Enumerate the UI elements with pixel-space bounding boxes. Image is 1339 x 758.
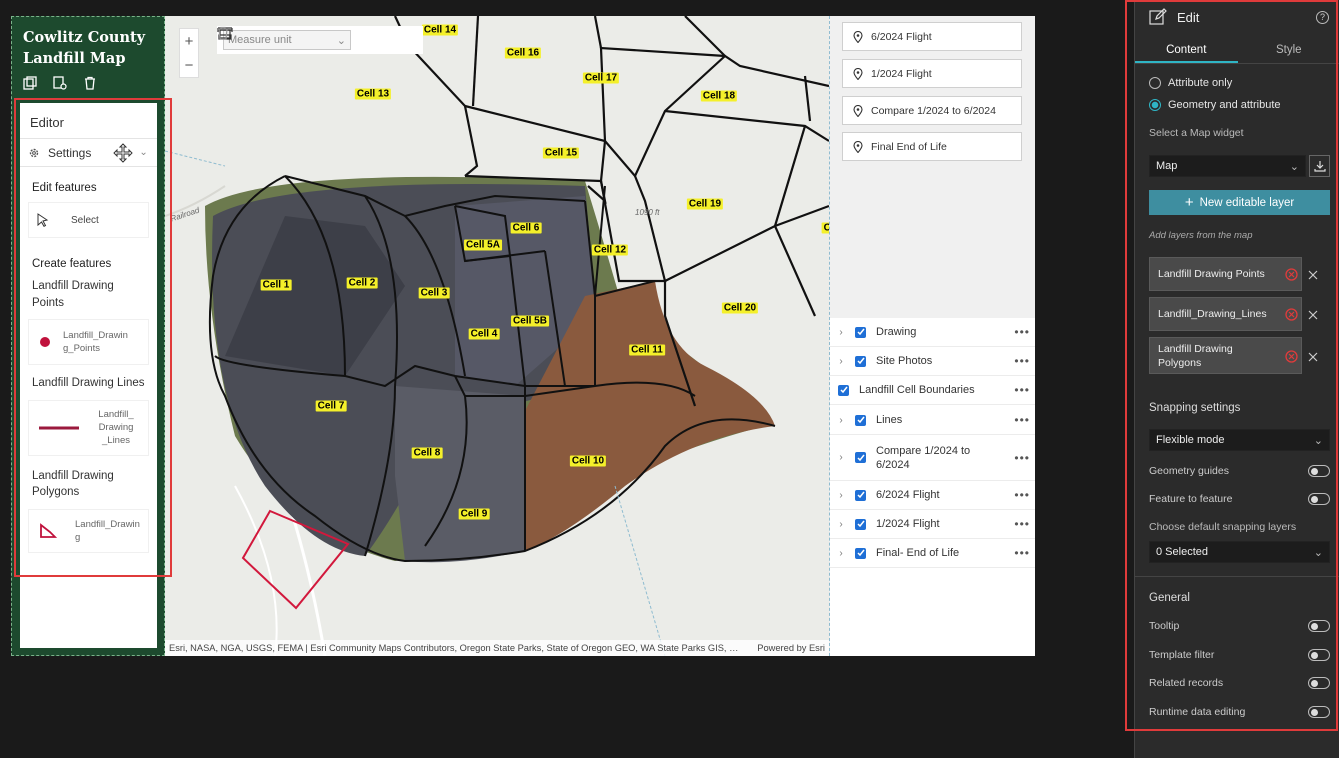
- bookmark-item[interactable]: Final End of Life: [842, 132, 1022, 161]
- cell-label: Cell 13: [354, 88, 392, 100]
- cell-label: Cell 3: [418, 287, 450, 299]
- chevron-right-icon[interactable]: ›: [834, 415, 848, 426]
- map-view[interactable]: Cell 14 Cell 16 Cell 17 Cell 13 Cell 18 …: [165, 16, 829, 656]
- layer-item[interactable]: › Compare 1/2024 to 6/2024 •••: [830, 435, 1035, 481]
- map-pin-icon: [853, 67, 863, 80]
- layer-visibility-checkbox[interactable]: [855, 326, 866, 338]
- layer-label: Drawing: [876, 326, 917, 338]
- cell-label: Cell 14: [421, 24, 459, 36]
- cell-label: Cell 18: [700, 90, 738, 102]
- bookmark-label: 6/2024 Flight: [871, 30, 932, 43]
- elevation-label: 1090 ft: [635, 208, 660, 217]
- more-options-icon[interactable]: •••: [1014, 517, 1030, 531]
- layer-visibility-checkbox[interactable]: [855, 355, 866, 367]
- bookmarks-and-layers: 6/2024 Flight 1/2024 Flight Compare 1/20…: [829, 16, 1035, 656]
- chevron-right-icon[interactable]: ›: [834, 490, 848, 501]
- layer-label: Compare 1/2024 to 6/2024: [876, 444, 971, 471]
- powered-by-link[interactable]: Powered by Esri: [757, 643, 825, 653]
- cell-label: Cell 7: [315, 400, 347, 412]
- layer-item[interactable]: › Final- End of Life •••: [830, 539, 1035, 568]
- chevron-right-icon[interactable]: ›: [834, 356, 848, 367]
- cell-label: Cell 17: [582, 72, 620, 84]
- layer-label: Lines: [876, 414, 903, 426]
- measure-unit-value: Measure unit: [228, 34, 292, 46]
- zoom-out-button[interactable]: −: [185, 57, 194, 74]
- measure-toolbar: Measure unit ⌄: [217, 26, 423, 54]
- more-options-icon[interactable]: •••: [1014, 325, 1030, 339]
- layer-visibility-checkbox[interactable]: [855, 452, 866, 463]
- layer-label: 1/2024 Flight: [876, 518, 940, 530]
- chevron-down-icon: ⌄: [336, 34, 346, 47]
- layer-label: Final- End of Life: [876, 547, 960, 559]
- layer-item[interactable]: › Drawing •••: [830, 318, 1035, 347]
- duplicate-icon[interactable]: [20, 73, 40, 93]
- bookmark-item[interactable]: Compare 1/2024 to 6/2024: [842, 96, 1022, 125]
- layer-visibility-checkbox[interactable]: [838, 384, 849, 396]
- more-options-icon[interactable]: •••: [1014, 413, 1030, 427]
- zoom-in-button[interactable]: +: [185, 33, 194, 50]
- cell-label: Cell 8: [411, 447, 443, 459]
- chevron-right-icon[interactable]: ›: [834, 327, 848, 338]
- trash-icon[interactable]: [217, 26, 229, 40]
- chevron-right-icon[interactable]: ›: [834, 548, 848, 559]
- cell-label: Cell 11: [629, 344, 665, 356]
- layer-item[interactable]: › 1/2024 Flight •••: [830, 510, 1035, 539]
- more-options-icon[interactable]: •••: [1014, 546, 1030, 560]
- cell-label: Cell 9: [458, 508, 490, 520]
- settings-doc-icon[interactable]: [50, 73, 70, 93]
- cell-label: Cell 10: [569, 455, 607, 467]
- cell-label: Cell 5A: [464, 239, 502, 251]
- cell-label: Cell 15: [542, 147, 580, 159]
- cell-label: Cell 6: [510, 222, 542, 234]
- cell-label: Cell 12: [591, 244, 629, 256]
- cell-label: Ce: [821, 222, 829, 234]
- bookmark-label: 1/2024 Flight: [871, 67, 932, 80]
- layer-item[interactable]: › Site Photos •••: [830, 347, 1035, 376]
- app-title: Cowlitz County Landfill Map: [23, 29, 146, 67]
- map-pin-icon: [853, 140, 863, 153]
- layer-label: 6/2024 Flight: [876, 489, 940, 501]
- chevron-right-icon[interactable]: ›: [834, 519, 848, 530]
- cell-label: Cell 2: [346, 277, 378, 289]
- chevron-right-icon[interactable]: ›: [834, 452, 848, 463]
- trash-icon[interactable]: [80, 73, 100, 93]
- title-toolbar: [20, 73, 100, 93]
- bookmark-item[interactable]: 6/2024 Flight: [842, 22, 1022, 51]
- layer-visibility-checkbox[interactable]: [855, 414, 866, 426]
- map-pin-icon: [853, 104, 863, 117]
- cell-label: Cell 19: [686, 198, 724, 210]
- cell-label: Cell 5B: [511, 315, 549, 327]
- highlight-box: [14, 98, 172, 577]
- more-options-icon[interactable]: •••: [1014, 451, 1030, 465]
- cell-label: Cell 4: [468, 328, 500, 340]
- layer-item[interactable]: › 6/2024 Flight •••: [830, 481, 1035, 510]
- layer-visibility-checkbox[interactable]: [855, 518, 866, 530]
- cell-label: Cell 16: [504, 47, 542, 59]
- layer-visibility-checkbox[interactable]: [855, 547, 866, 559]
- layer-item[interactable]: › Lines •••: [830, 406, 1035, 435]
- bookmark-label: Compare 1/2024 to 6/2024: [871, 104, 996, 117]
- bookmark-item[interactable]: 1/2024 Flight: [842, 59, 1022, 88]
- zoom-controls: + −: [179, 28, 199, 78]
- attribution-text: Esri, NASA, NGA, USGS, FEMA | Esri Commu…: [169, 643, 739, 653]
- cell-label: Cell 1: [260, 279, 292, 291]
- layer-label: Landfill Cell Boundaries: [859, 384, 975, 396]
- more-options-icon[interactable]: •••: [1014, 354, 1030, 368]
- layer-visibility-checkbox[interactable]: [855, 489, 866, 501]
- cell-label: Cell 20: [721, 302, 759, 314]
- layer-list: › Drawing ••• › Site Photos ••• Landfill…: [830, 318, 1035, 656]
- bookmark-label: Final End of Life: [871, 140, 947, 153]
- map-attribution: Esri, NASA, NGA, USGS, FEMA | Esri Commu…: [165, 640, 829, 656]
- more-options-icon[interactable]: •••: [1014, 383, 1030, 397]
- layer-label: Site Photos: [876, 355, 933, 367]
- more-options-icon[interactable]: •••: [1014, 488, 1030, 502]
- measure-unit-select[interactable]: Measure unit ⌄: [223, 30, 351, 50]
- highlight-box: [1125, 0, 1338, 731]
- map-pin-icon: [853, 30, 863, 43]
- layer-item[interactable]: Landfill Cell Boundaries •••: [830, 376, 1035, 405]
